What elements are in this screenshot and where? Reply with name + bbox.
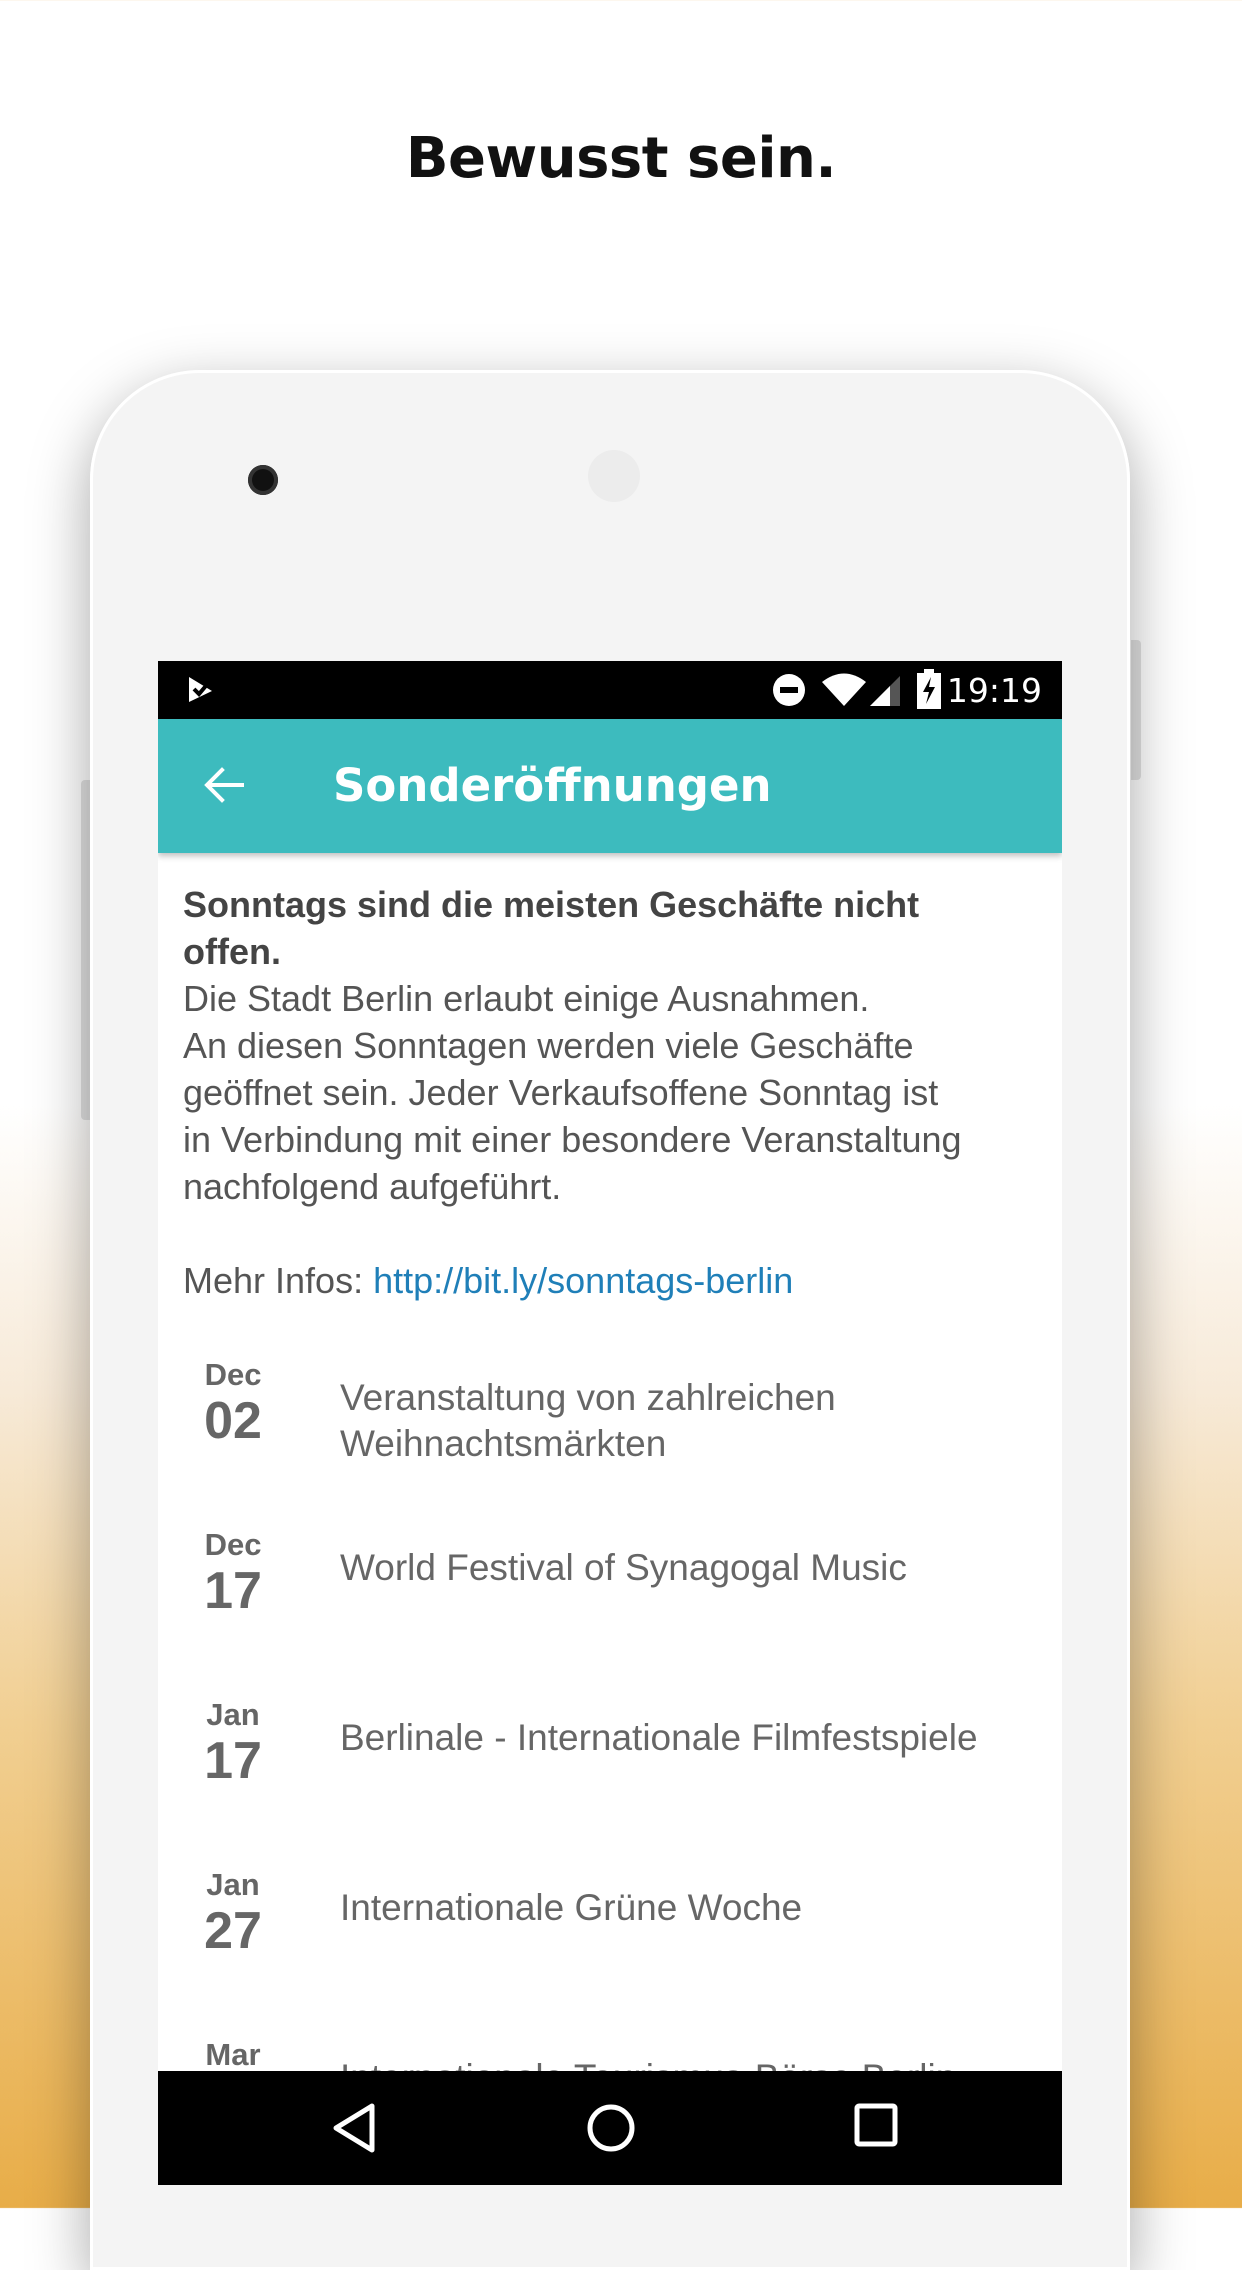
event-month: Mar [205, 2037, 261, 2072]
wifi-icon [822, 673, 866, 706]
back-arrow-icon[interactable] [198, 759, 250, 811]
app-bar: Sonderöffnungen [158, 719, 1062, 853]
event-day: 02 [204, 1392, 262, 1450]
intro-text: Sonntags sind die meisten Geschäfte nich… [183, 881, 1023, 1304]
event-item[interactable]: Jan 27 Internationale Grüne Woche [158, 1867, 1062, 2017]
navigation-bar [158, 2071, 1062, 2185]
intro-line: nachfolgend aufgeführt. [183, 1166, 562, 1207]
event-name: Veranstaltung von zahlreichen Weihnachts… [340, 1375, 1040, 1467]
more-info-link[interactable]: http://bit.ly/sonntags-berlin [373, 1260, 793, 1301]
event-month: Jan [206, 1697, 260, 1732]
event-day: 17 [204, 1562, 262, 1620]
event-month: Dec [204, 1357, 262, 1392]
front-camera [248, 465, 278, 495]
event-day: 17 [204, 1732, 262, 1790]
event-name-line: Veranstaltung von zahlreichen [340, 1377, 836, 1418]
intro-line: Die Stadt Berlin erlaubt einige Ausnahme… [183, 978, 870, 1019]
clock: 19:19 [946, 671, 1042, 710]
battery-charging-icon [917, 669, 941, 709]
event-name: Internationale Grüne Woche [340, 1887, 803, 1928]
do-not-disturb-icon [773, 674, 805, 706]
intro-line: An diesen Sonntagen werden viele Geschäf… [183, 1025, 914, 1066]
event-item[interactable]: Dec 02 Veranstaltung von zahlreichen Wei… [158, 1357, 1062, 1507]
page-title: Sonderöffnungen [333, 759, 772, 812]
event-name: World Festival of Synagogal Music [340, 1547, 907, 1588]
event-name: Berlinale - Internationale Filmfestspiel… [340, 1717, 978, 1758]
event-item[interactable]: Jan 17 Berlinale - Internationale Filmfe… [158, 1697, 1062, 1847]
event-month: Jan [206, 1867, 260, 1902]
intro-line: in Verbindung mit einer besondere Verans… [183, 1119, 962, 1160]
phone-screen: 19:19 Sonderöffnungen Sonntags sind die … [158, 661, 1062, 2185]
more-info-label: Mehr Infos: [183, 1260, 374, 1301]
intro-headline: Sonntags sind die meisten Geschäfte nich… [183, 884, 920, 972]
intro-line: geöffnet sein. Jeder Verkaufsoffene Sonn… [183, 1072, 939, 1113]
event-item[interactable]: Dec 17 World Festival of Synagogal Music [158, 1527, 1062, 1677]
phone-sensor [588, 450, 640, 502]
event-name-line: Weihnachtsmärkten [340, 1423, 667, 1464]
more-info: Mehr Infos: http://bit.ly/sonntags-berli… [183, 1257, 1023, 1304]
event-day: 27 [204, 1902, 262, 1960]
signal-icon [870, 676, 900, 706]
event-month: Dec [204, 1527, 262, 1562]
status-bar: 19:19 [158, 661, 1062, 719]
headline: Bewusst sein. [405, 126, 837, 191]
phone-power-button [1131, 640, 1141, 780]
notification-app-icon [189, 677, 212, 702]
nav-home-icon[interactable] [585, 2102, 637, 2154]
nav-recents-icon[interactable] [853, 2102, 899, 2148]
nav-back-icon[interactable] [330, 2102, 380, 2154]
